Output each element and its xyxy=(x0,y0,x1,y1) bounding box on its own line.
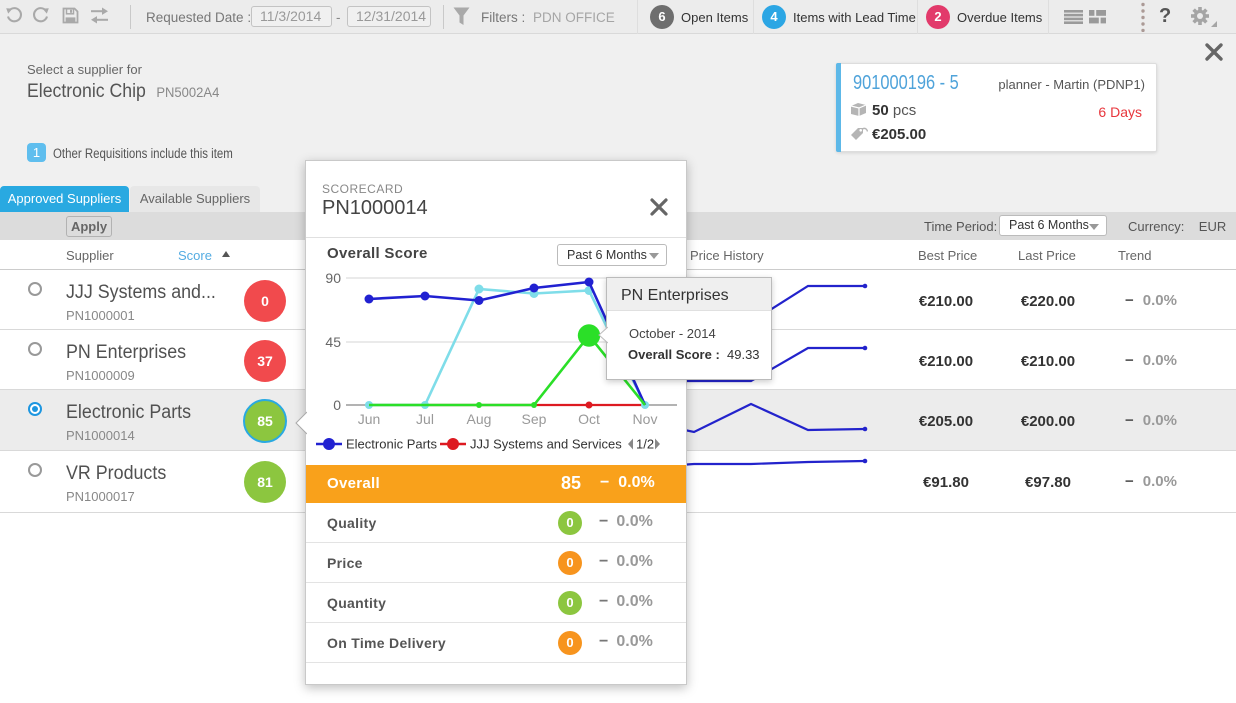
svg-text:45: 45 xyxy=(325,334,341,350)
svg-text:Oct: Oct xyxy=(578,411,600,427)
svg-text:1/2: 1/2 xyxy=(636,437,654,452)
svg-text:Sep: Sep xyxy=(522,411,547,427)
svg-text:Jul: Jul xyxy=(416,411,434,427)
svg-text:Jun: Jun xyxy=(358,411,381,427)
svg-text:Electronic Parts: Electronic Parts xyxy=(346,437,438,452)
svg-text:0: 0 xyxy=(333,397,341,413)
svg-text:Aug: Aug xyxy=(467,411,492,427)
svg-text:JJJ Systems and Services: JJJ Systems and Services xyxy=(470,437,622,452)
svg-text:Nov: Nov xyxy=(633,411,658,427)
svg-text:90: 90 xyxy=(325,270,341,286)
